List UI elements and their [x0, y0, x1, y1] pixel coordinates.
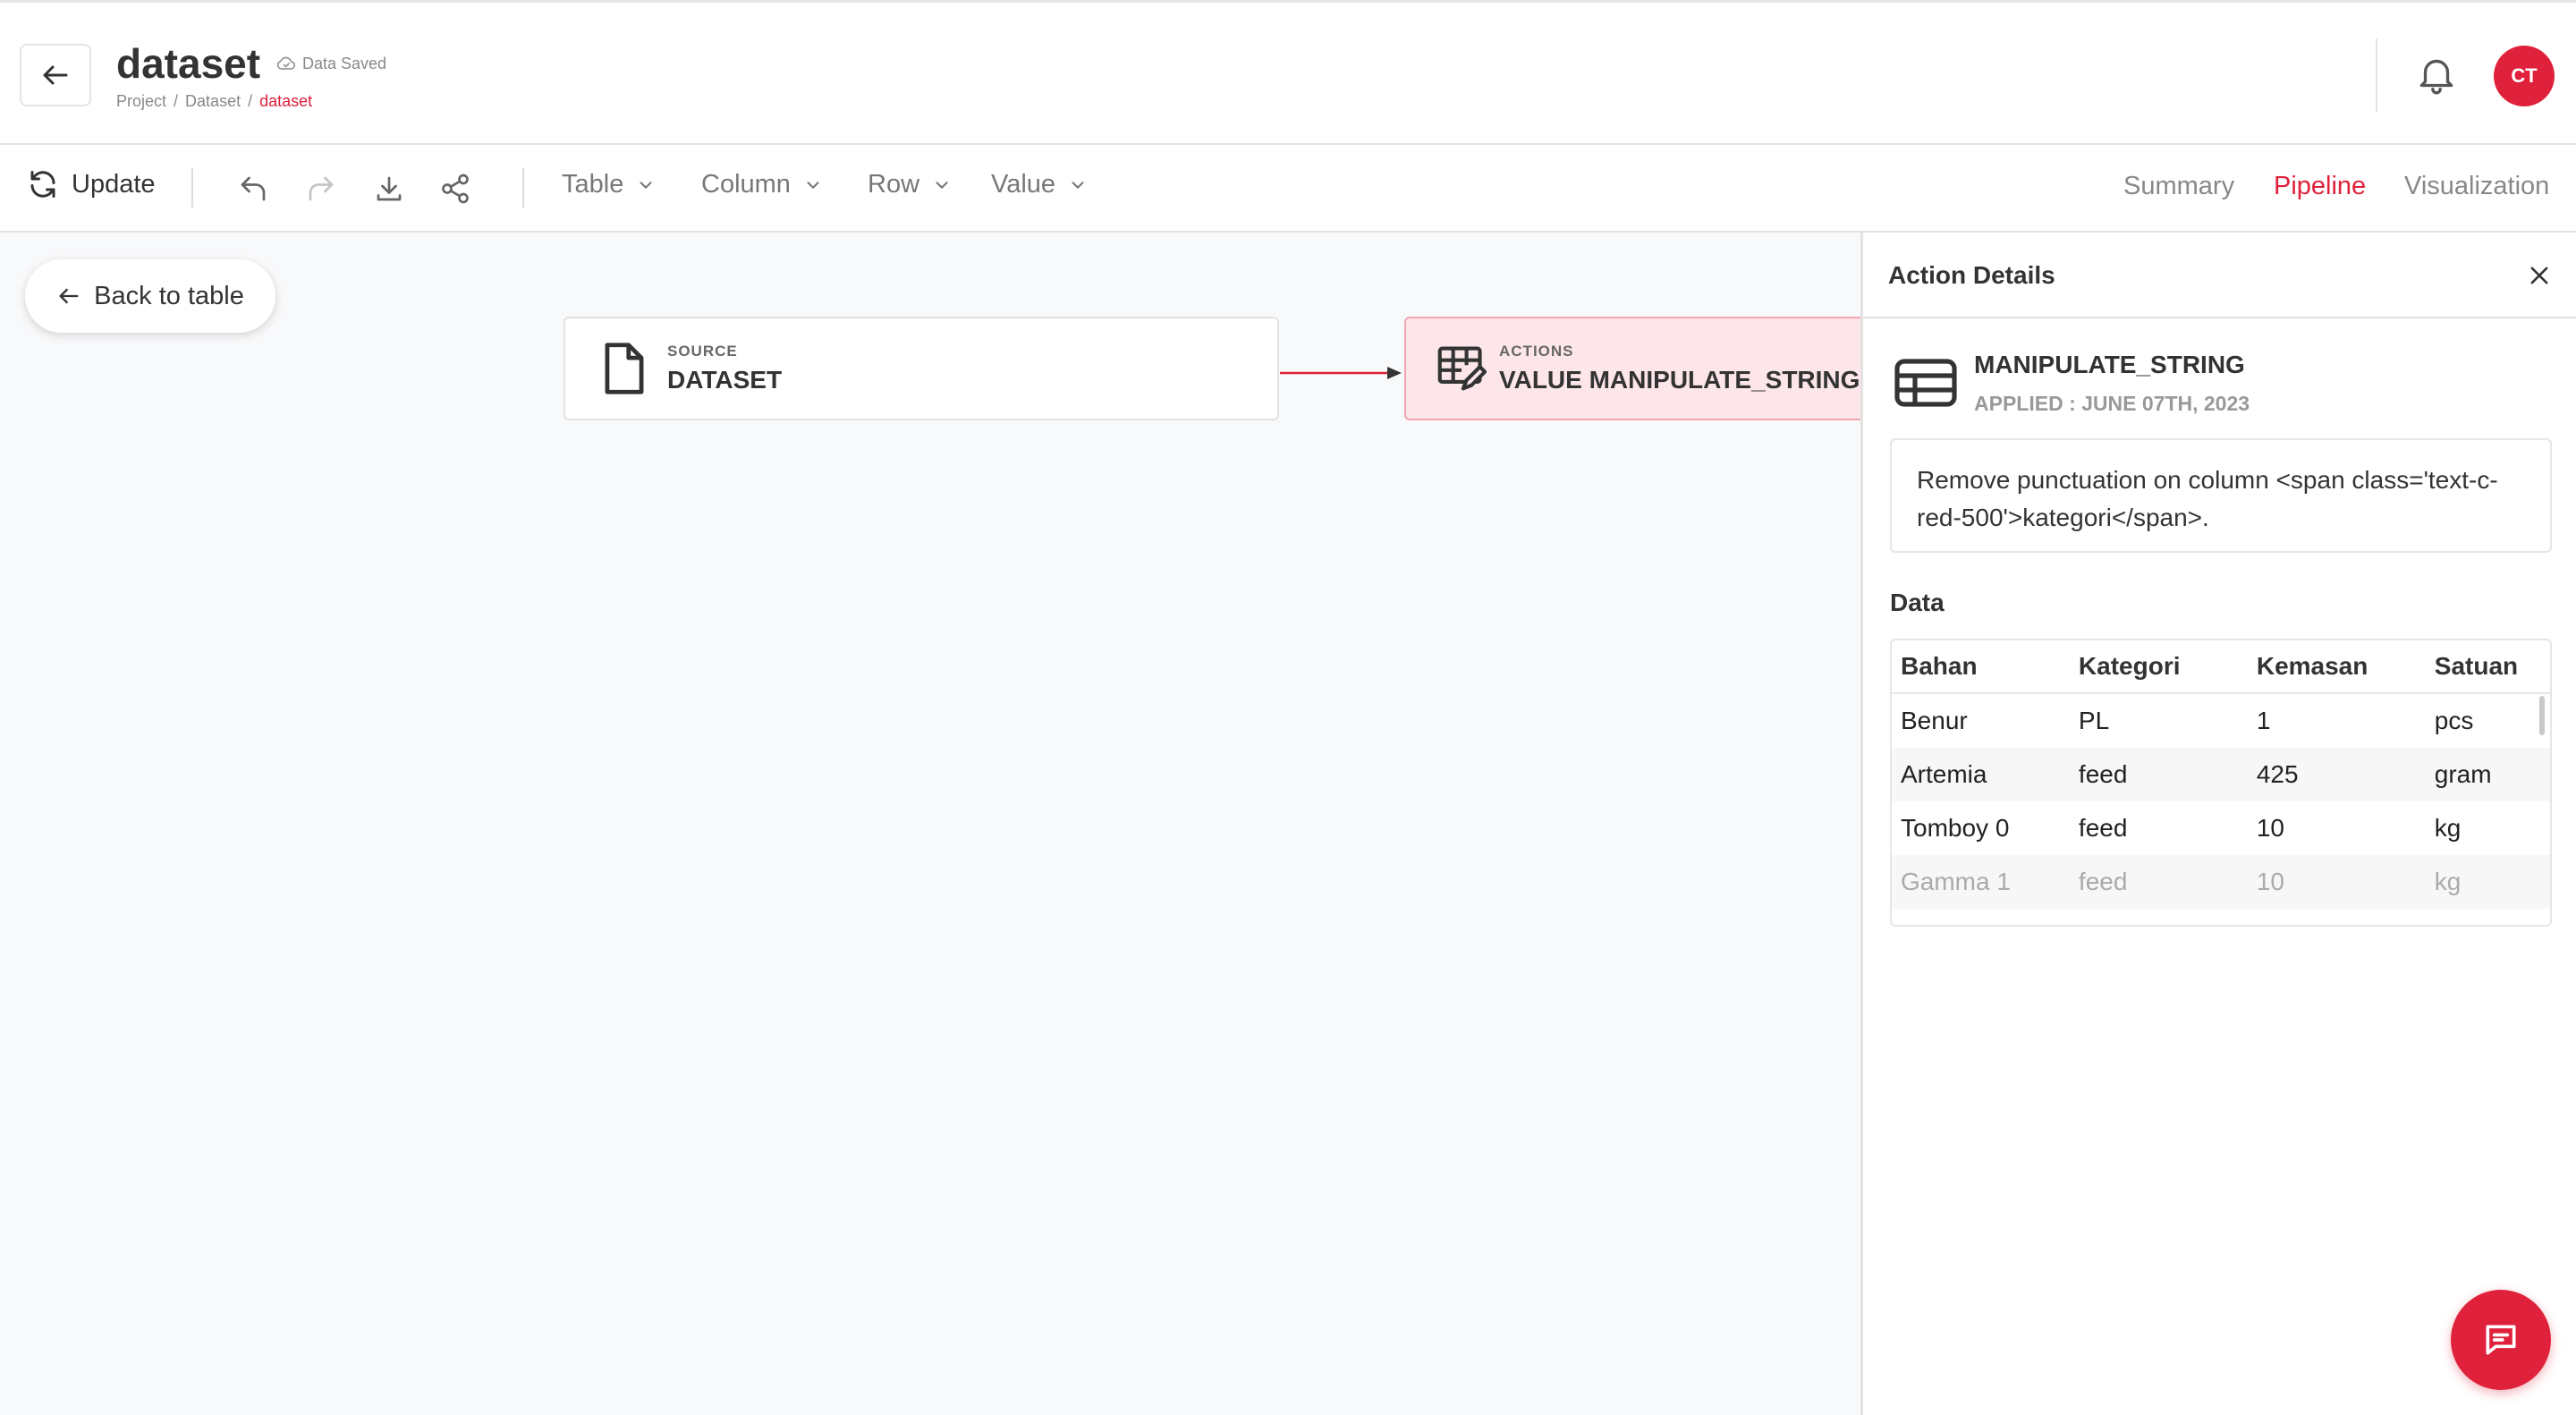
action-description: Remove punctuation on column <span class… — [1890, 438, 2552, 553]
chevron-down-icon — [936, 181, 948, 189]
source-node-kicker: SOURCE — [667, 343, 738, 360]
data-section-label: Data — [1890, 589, 1945, 616]
table-scrollbar[interactable] — [2539, 696, 2545, 735]
download-button[interactable] — [370, 170, 408, 208]
tab-summary[interactable]: Summary — [2123, 172, 2234, 201]
table-cell: Artemia — [1901, 760, 1987, 788]
table-cell: kg — [2434, 868, 2462, 895]
undo-button[interactable] — [234, 170, 272, 208]
column-header: Kategori — [2078, 652, 2181, 680]
breadcrumb-project[interactable]: Project — [116, 92, 166, 111]
save-status-text: Data Saved — [302, 54, 387, 72]
back-to-table-button[interactable]: Back to table — [25, 259, 275, 333]
close-panel-button[interactable] — [2525, 261, 2554, 290]
breadcrumb-current: dataset — [259, 92, 313, 110]
panel-title: Action Details — [1888, 261, 2055, 289]
chevron-down-icon — [1072, 181, 1084, 189]
table-cell: 425 — [2256, 760, 2299, 788]
breadcrumb: Project / Dataset / dataset — [116, 92, 312, 111]
table-cell: 10 — [2256, 814, 2284, 842]
action-details-panel: Action Details MANIPULATE_STRING APPLIED… — [1860, 233, 2576, 1415]
chat-icon — [2486, 1325, 2516, 1355]
toolbar-divider — [191, 168, 193, 208]
menu-row-label: Row — [868, 170, 920, 199]
menu-value-label: Value — [991, 170, 1056, 199]
table-cell: feed — [2078, 868, 2128, 895]
share-icon — [442, 174, 469, 204]
menu-column-label: Column — [701, 170, 791, 199]
back-button[interactable] — [20, 44, 91, 106]
action-node[interactable]: ACTIONS VALUE MANIPULATE_STRING — [1404, 317, 1869, 420]
undo-icon — [241, 176, 266, 201]
menu-row[interactable]: Row — [868, 170, 952, 199]
table-cell: 1 — [2256, 707, 2271, 734]
pipeline-canvas[interactable]: Back to table SOURCE DATASET ACTIONS VAL… — [0, 233, 1869, 1415]
column-header: Bahan — [1901, 652, 1978, 680]
cloud-check-icon — [276, 56, 296, 70]
panel-header: Action Details — [1863, 233, 2576, 318]
table-icon — [1894, 359, 1957, 407]
breadcrumb-separator: / — [174, 92, 179, 110]
avatar[interactable]: CT — [2494, 46, 2555, 106]
source-node[interactable]: SOURCE DATASET — [564, 317, 1279, 420]
header-divider — [2376, 38, 2377, 112]
update-label: Update — [72, 169, 156, 199]
chevron-down-icon — [807, 181, 819, 189]
redo-icon — [309, 176, 334, 201]
table-edit-icon — [1437, 346, 1487, 391]
download-icon — [377, 176, 402, 201]
table-row: Gamma 1 feed 10 kg — [1892, 855, 2550, 909]
breadcrumb-dataset[interactable]: Dataset — [185, 92, 241, 111]
action-node-kicker: ACTIONS — [1499, 343, 1574, 360]
back-arrow-icon — [59, 288, 79, 304]
page-title: dataset — [116, 40, 261, 87]
menu-column[interactable]: Column — [701, 170, 823, 199]
chat-button[interactable] — [2451, 1290, 2551, 1390]
table-cell: pcs — [2434, 707, 2474, 734]
menu-table-label: Table — [562, 170, 624, 199]
table-row: Tomboy 0 feed 10 kg — [1892, 801, 2550, 855]
pipeline-connector — [1280, 367, 1402, 379]
column-header: Satuan — [2434, 652, 2519, 680]
data-preview-table[interactable]: Bahan Kategori Kemasan Satuan Benur PL 1… — [1890, 639, 2552, 927]
column-header: Kemasan — [2256, 652, 2368, 680]
save-status: Data Saved — [275, 53, 386, 74]
table-row: Artemia feed 425 gram — [1892, 748, 2550, 801]
table-cell: Gamma 1 — [1901, 868, 2011, 895]
notifications-button[interactable] — [2410, 47, 2463, 101]
toolbar: Update Table Column Row Value Summary Pi… — [0, 145, 2576, 233]
table-cell: PL — [2078, 707, 2110, 734]
close-icon — [2530, 267, 2548, 284]
tab-visualization[interactable]: Visualization — [2404, 172, 2549, 201]
update-button[interactable]: Update — [27, 168, 156, 200]
redo-button[interactable] — [302, 170, 340, 208]
bell-icon — [2419, 59, 2453, 95]
table-cell: Benur — [1901, 707, 1968, 734]
menu-value[interactable]: Value — [991, 170, 1088, 199]
action-applied-date: APPLIED : JUNE 07TH, 2023 — [1974, 392, 2250, 415]
table-cell: feed — [2078, 814, 2128, 842]
action-node-name: VALUE MANIPULATE_STRING — [1499, 366, 1860, 394]
toolbar-divider — [522, 168, 524, 208]
back-to-table-label: Back to table — [94, 281, 244, 310]
menu-table[interactable]: Table — [562, 170, 656, 199]
table-cell: 10 — [2256, 868, 2284, 895]
table-cell: gram — [2434, 760, 2492, 788]
table-header-row: Bahan Kategori Kemasan Satuan — [1892, 640, 2550, 694]
file-icon — [605, 343, 644, 394]
table-cell: feed — [2078, 760, 2128, 788]
share-button[interactable] — [436, 170, 474, 208]
tab-pipeline[interactable]: Pipeline — [2274, 172, 2366, 201]
table-row: Benur PL 1 pcs — [1892, 694, 2550, 748]
back-arrow-icon — [43, 65, 68, 85]
breadcrumb-separator: / — [248, 92, 253, 110]
chevron-down-icon — [640, 181, 652, 189]
app-header: dataset Data Saved Project / Dataset / d… — [0, 0, 2576, 145]
table-cell: kg — [2434, 814, 2462, 842]
source-node-name: DATASET — [667, 366, 783, 394]
refresh-icon — [30, 171, 55, 198]
action-name: MANIPULATE_STRING — [1974, 351, 2245, 378]
table-cell: Tomboy 0 — [1901, 814, 2010, 842]
